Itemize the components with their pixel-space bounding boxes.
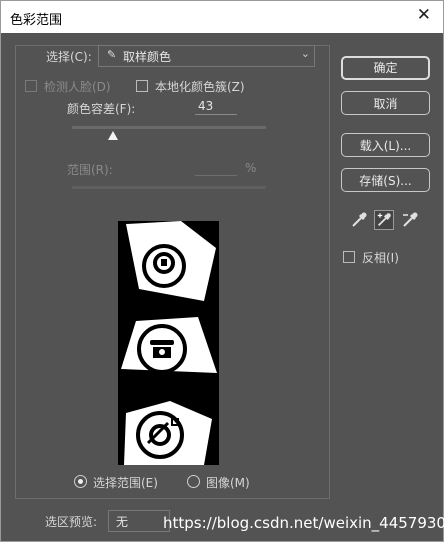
selection-preview-value: 无 xyxy=(116,515,129,529)
fuzziness-slider-thumb[interactable] xyxy=(108,131,118,140)
invert-label: 反相(I) xyxy=(362,251,399,265)
selection-preview-label: 选区预览: xyxy=(45,515,98,529)
dialog-title: 色彩范围 xyxy=(10,13,63,28)
close-icon[interactable]: ✕ xyxy=(417,5,431,25)
preview-image xyxy=(121,221,217,465)
title-bar: 色彩范围 ✕ xyxy=(1,1,443,33)
range-unit: % xyxy=(245,161,257,175)
view-selection-radio[interactable] xyxy=(74,475,87,488)
selection-preview xyxy=(118,221,219,465)
fuzziness-label: 颜色容差(F): xyxy=(67,102,136,116)
range-slider-track xyxy=(72,186,266,189)
view-image-label: 图像(M) xyxy=(206,476,250,490)
eyedropper-icon: ✎ xyxy=(107,48,117,61)
select-dropdown[interactable]: ✎ 取样颜色 ⌄ xyxy=(98,45,315,67)
fuzziness-input[interactable]: 43 xyxy=(195,98,237,115)
selection-preview-dropdown[interactable]: 无 xyxy=(108,510,170,532)
save-button[interactable]: 存储(S)... xyxy=(341,168,430,192)
localized-clusters-checkbox[interactable] xyxy=(136,80,148,92)
localized-clusters-label: 本地化颜色簇(Z) xyxy=(155,80,245,94)
eyedropper-plus-icon[interactable] xyxy=(374,210,394,230)
ok-button[interactable]: 确定 xyxy=(341,56,430,80)
eyedropper-minus-icon[interactable] xyxy=(400,210,420,230)
color-range-dialog: 色彩范围 ✕ 选择(C): ✎ 取样颜色 ⌄ 检测人脸(D) 本地化颜色簇(Z)… xyxy=(0,0,444,542)
select-label: 选择(C): xyxy=(46,50,92,64)
detect-faces-checkbox[interactable] xyxy=(25,80,37,92)
eyedropper-icon[interactable] xyxy=(349,210,369,230)
view-selection-label: 选择范围(E) xyxy=(93,476,158,490)
chevron-down-icon: ⌄ xyxy=(300,47,310,60)
load-button[interactable]: 载入(L)... xyxy=(341,133,430,157)
invert-checkbox[interactable] xyxy=(343,251,355,263)
watermark-text: https://blog.csdn.net/weixin_44579300 xyxy=(163,514,444,532)
fuzziness-slider-track[interactable] xyxy=(72,126,266,129)
select-value: 取样颜色 xyxy=(123,50,172,64)
cancel-button[interactable]: 取消 xyxy=(341,91,430,115)
fuzziness-value: 43 xyxy=(198,99,214,113)
view-image-radio[interactable] xyxy=(187,475,200,488)
detect-faces-label: 检测人脸(D) xyxy=(44,80,111,94)
range-label: 范围(R): xyxy=(67,163,113,177)
range-input[interactable] xyxy=(195,159,237,176)
radio-dot xyxy=(78,479,83,484)
